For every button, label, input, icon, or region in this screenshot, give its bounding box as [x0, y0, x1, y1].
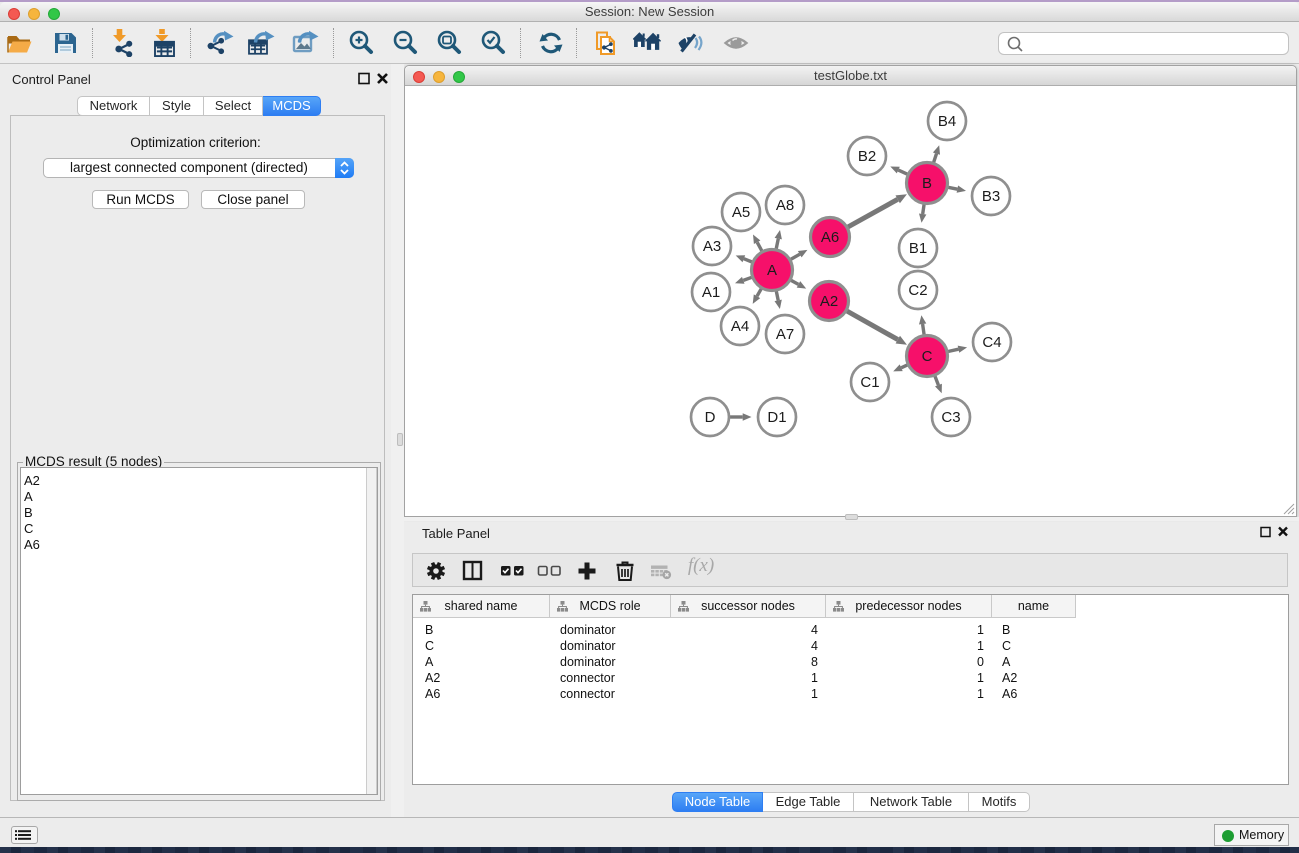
svg-text:D1: D1 [767, 409, 786, 426]
svg-text:A1: A1 [702, 284, 720, 301]
svg-text:A6: A6 [821, 229, 839, 246]
svg-text:C2: C2 [908, 282, 927, 299]
svg-text:A5: A5 [732, 204, 750, 221]
svg-text:D: D [705, 409, 716, 426]
svg-text:A8: A8 [776, 197, 794, 214]
svg-text:C1: C1 [860, 374, 879, 391]
svg-text:A4: A4 [731, 318, 749, 335]
svg-text:A3: A3 [703, 238, 721, 255]
svg-text:B3: B3 [982, 188, 1000, 205]
svg-text:C: C [922, 348, 933, 365]
svg-text:A2: A2 [820, 293, 838, 310]
svg-text:B: B [922, 175, 932, 192]
svg-text:A: A [767, 262, 777, 279]
svg-text:C3: C3 [941, 409, 960, 426]
svg-text:A7: A7 [776, 326, 794, 343]
svg-text:B2: B2 [858, 148, 876, 165]
svg-text:B1: B1 [909, 240, 927, 257]
svg-text:B4: B4 [938, 113, 956, 130]
svg-text:C4: C4 [982, 334, 1001, 351]
